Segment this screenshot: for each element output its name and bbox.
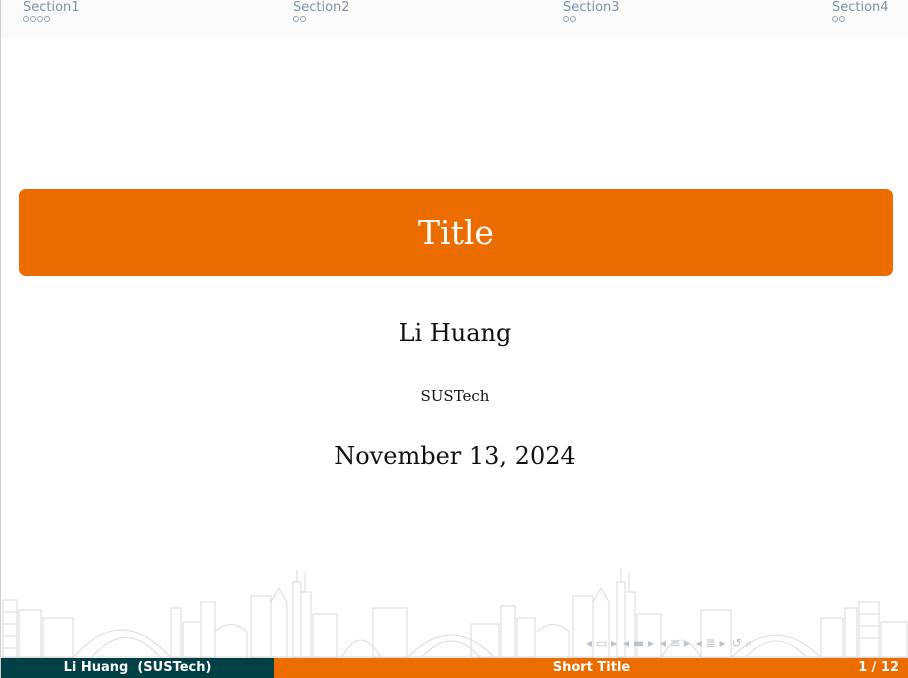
nav-section-2[interactable]: Section2 [293, 0, 350, 25]
subsection-dot-icon[interactable] [30, 16, 36, 22]
footer-title-label: Short Title [552, 660, 631, 675]
nav-section-4[interactable]: Section4 [832, 0, 889, 25]
subsection-dot-icon[interactable] [570, 16, 576, 22]
section-navbar: Section1 Section2 Section3 Section4 [1, 0, 908, 38]
footer-short-title: Short Title 1 / 12 [274, 658, 908, 678]
subsection-dot-icon[interactable] [832, 16, 838, 22]
nav-section-1[interactable]: Section1 [23, 0, 80, 25]
author: Li Huang [398, 319, 512, 347]
subsection-dot-icon[interactable] [23, 16, 29, 22]
date: November 13, 2024 [334, 442, 576, 470]
nav-subsection-dots[interactable] [563, 15, 620, 25]
subsection-dot-icon[interactable] [293, 16, 299, 22]
subsection-dot-icon[interactable] [300, 16, 306, 22]
section-nav-icon[interactable]: ◂ ≡ ▸ [660, 636, 690, 650]
page-number: 1 / 12 [858, 660, 899, 675]
frame-nav-icon[interactable]: ◂ ▭ ▸ [586, 636, 617, 650]
subsection-dot-icon[interactable] [563, 16, 569, 22]
beamer-navigation-symbols: ◂ ▭ ▸ ◂ ▬ ▸ ◂ ≡ ▸ ◂ ≣ ▸ ↺ ⌕ [586, 633, 904, 653]
footer-author: Li Huang (SUSTech) [1, 658, 274, 678]
nav-section-label[interactable]: Section3 [563, 0, 620, 15]
subsection-nav-icon[interactable]: ◂ ▬ ▸ [623, 636, 654, 650]
subsection-dot-icon[interactable] [839, 16, 845, 22]
footer: Li Huang (SUSTech) Short Title 1 / 12 [1, 658, 908, 678]
title-block: Title [19, 189, 893, 276]
nav-section-label[interactable]: Section2 [293, 0, 350, 15]
nav-subsection-dots[interactable] [832, 15, 889, 25]
subsection-dot-icon[interactable] [37, 16, 43, 22]
nav-section-3[interactable]: Section3 [563, 0, 620, 25]
institute: SUSTech [420, 387, 490, 405]
slide-title: Title [418, 213, 494, 252]
subsection-dot-icon[interactable] [44, 16, 50, 22]
doc-nav-icon[interactable]: ◂ ≣ ▸ [696, 636, 726, 650]
nav-subsection-dots[interactable] [293, 15, 350, 25]
nav-section-label[interactable]: Section1 [23, 0, 80, 15]
slide: Section1 Section2 Section3 Section4 Titl… [0, 0, 908, 678]
nav-section-label[interactable]: Section4 [832, 0, 889, 15]
nav-subsection-dots[interactable] [23, 15, 80, 25]
search-icon[interactable]: ↺ ⌕ [732, 636, 753, 651]
